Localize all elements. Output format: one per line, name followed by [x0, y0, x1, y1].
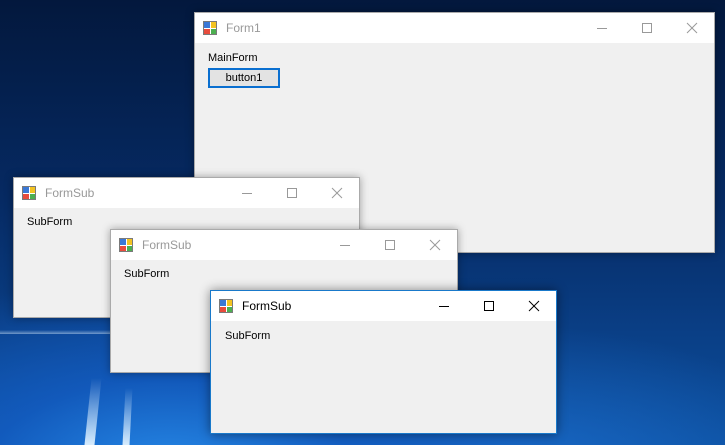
sub-form-label: SubForm	[124, 268, 170, 280]
minimize-icon	[241, 193, 252, 194]
form1-titlebar[interactable]: Form1	[195, 13, 714, 43]
formsub-titlebar[interactable]: FormSub	[14, 178, 359, 208]
maximize-button[interactable]	[269, 178, 314, 208]
desktop-light-beam	[84, 378, 102, 445]
close-icon	[686, 22, 697, 34]
maximize-button[interactable]	[466, 291, 511, 321]
close-icon	[429, 239, 440, 251]
minimize-button[interactable]	[322, 230, 367, 260]
maximize-button[interactable]	[367, 230, 412, 260]
close-button[interactable]	[669, 13, 714, 43]
desktop-light-beam	[0, 330, 110, 334]
button1[interactable]: button1	[208, 68, 280, 88]
window-title: Form1	[226, 21, 261, 35]
app-icon	[219, 298, 235, 314]
close-icon	[528, 300, 539, 312]
sub-form-label: SubForm	[27, 216, 73, 228]
sub-form-label: SubForm	[225, 330, 271, 342]
app-icon	[22, 185, 38, 201]
maximize-icon	[384, 240, 395, 250]
main-form-label: MainForm	[208, 52, 258, 64]
minimize-icon	[438, 306, 449, 307]
close-icon	[331, 187, 342, 199]
desktop-light-beam	[122, 388, 133, 445]
close-button[interactable]	[314, 178, 359, 208]
formsub-titlebar[interactable]: FormSub	[211, 291, 556, 321]
app-icon	[119, 237, 135, 253]
minimize-icon	[596, 28, 607, 29]
maximize-icon	[483, 301, 494, 311]
app-icon	[203, 20, 219, 36]
formsub-window-3[interactable]: FormSub SubForm	[210, 290, 557, 434]
close-button[interactable]	[412, 230, 457, 260]
maximize-button[interactable]	[624, 13, 669, 43]
maximize-icon	[641, 23, 652, 33]
formsub-titlebar[interactable]: FormSub	[111, 230, 457, 260]
minimize-button[interactable]	[579, 13, 624, 43]
window-title: FormSub	[142, 238, 192, 252]
minimize-button[interactable]	[421, 291, 466, 321]
close-button[interactable]	[511, 291, 556, 321]
window-title: FormSub	[45, 186, 95, 200]
window-title: FormSub	[242, 299, 292, 313]
minimize-icon	[339, 245, 350, 246]
maximize-icon	[286, 188, 297, 198]
minimize-button[interactable]	[224, 178, 269, 208]
